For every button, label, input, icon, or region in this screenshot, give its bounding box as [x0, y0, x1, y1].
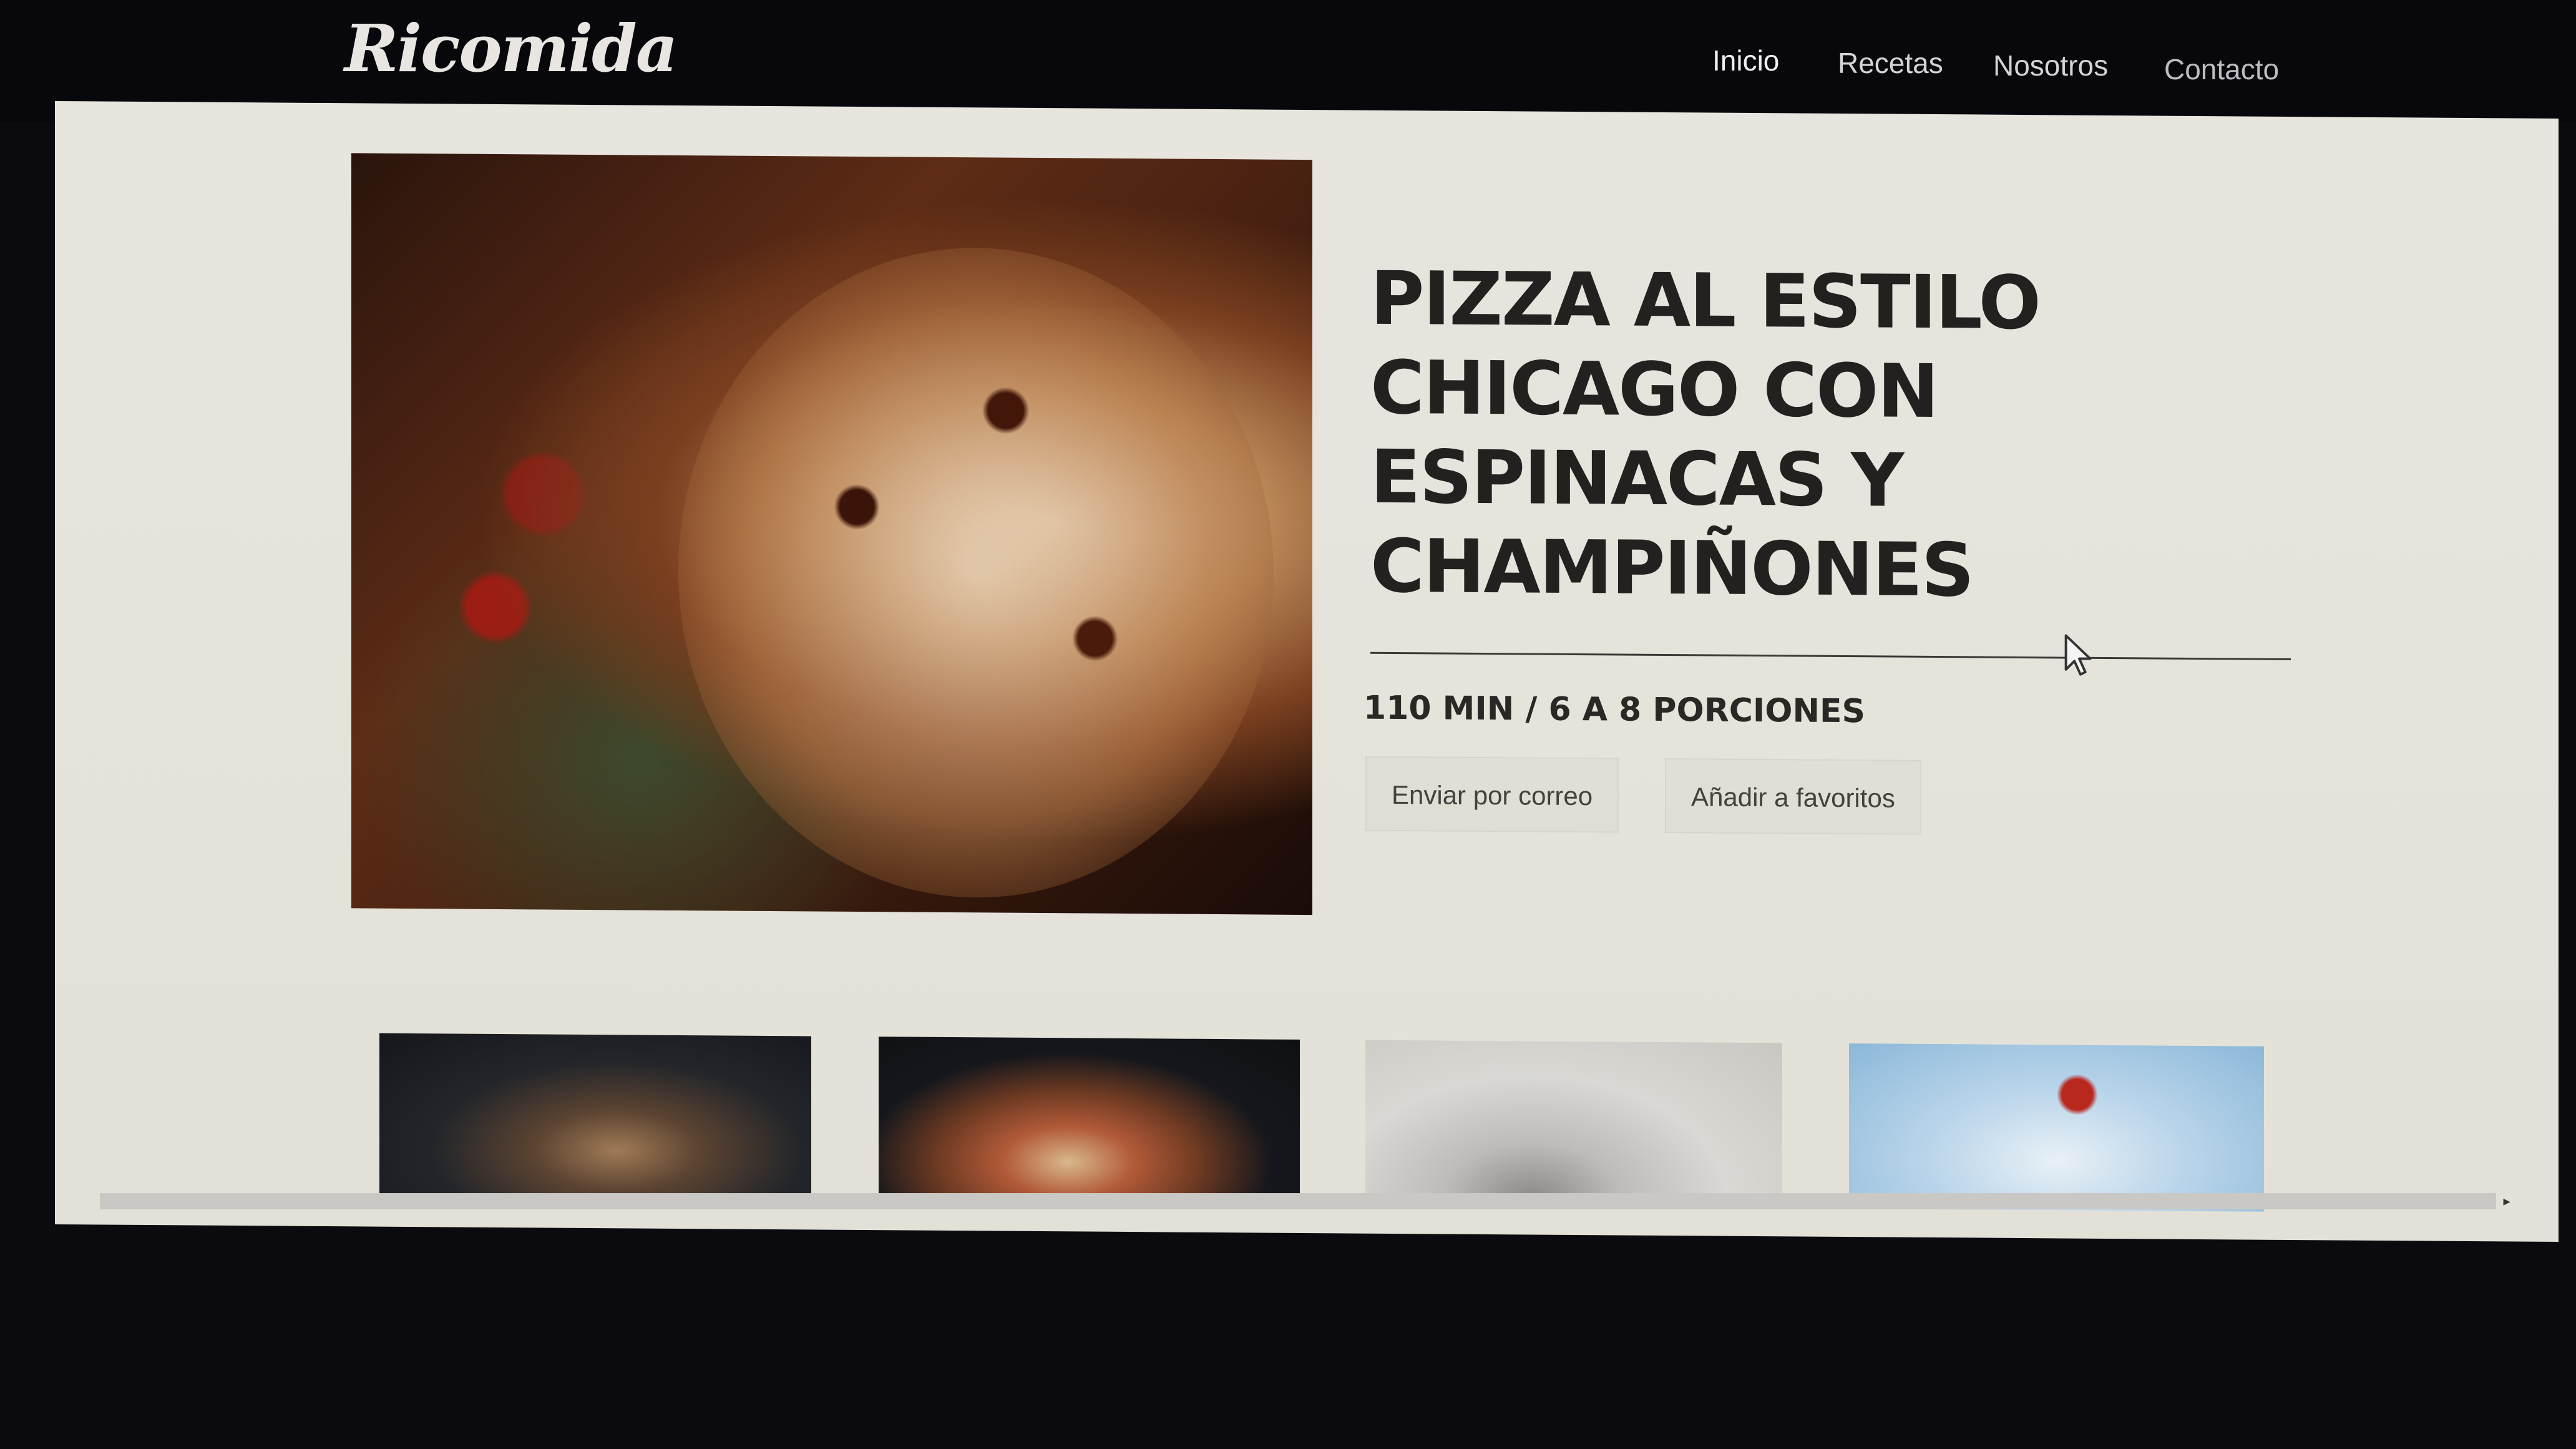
nav-item-inicio[interactable]: Inicio	[1712, 44, 1779, 77]
nav-item-contacto[interactable]: Contacto	[2164, 52, 2279, 86]
related-recipe-thumbnail[interactable]	[1365, 1040, 1782, 1209]
recipe-hero-image	[351, 153, 1312, 915]
related-recipe-thumbnail[interactable]	[379, 1033, 811, 1202]
send-email-button[interactable]: Enviar por correo	[1365, 756, 1619, 833]
related-recipe-thumbnail[interactable]	[1849, 1043, 2264, 1212]
page-content: PIZZA AL ESTILO CHICAGO CON ESPINACAS Y …	[55, 101, 2559, 1242]
nav-item-nosotros[interactable]: Nosotros	[1993, 49, 2108, 82]
scroll-right-arrow-icon[interactable]: ▸	[2499, 1193, 2515, 1209]
nav-item-recetas[interactable]: Recetas	[1838, 46, 1943, 80]
recipe-title: PIZZA AL ESTILO CHICAGO CON ESPINACAS Y …	[1370, 255, 2040, 613]
add-favorite-button[interactable]: Añadir a favoritos	[1665, 758, 1921, 835]
cursor-arrow-icon	[2064, 634, 2092, 676]
title-divider	[1370, 651, 2291, 661]
site-logo[interactable]: Ricomida	[344, 10, 678, 87]
recipe-meta: 110 MIN / 6 A 8 PORCIONES	[1364, 689, 1865, 731]
related-recipe-thumbnail[interactable]	[879, 1037, 1300, 1205]
horizontal-scrollbar[interactable]	[100, 1193, 2496, 1209]
